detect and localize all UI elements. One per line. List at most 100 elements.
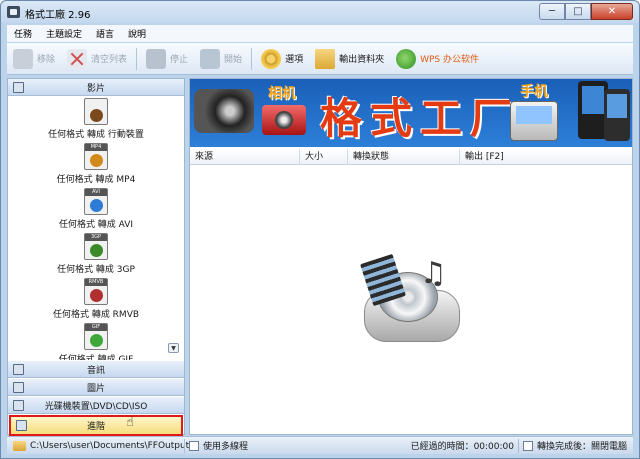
convert-to-mobile[interactable]: 任何格式 轉成 行動裝置 (8, 96, 184, 141)
3gp-file-icon: 3GP (84, 233, 108, 260)
menu-language[interactable]: 語言 (89, 27, 121, 40)
category-image-label: 圖片 (86, 383, 105, 394)
column-source[interactable]: 來源 (190, 149, 300, 165)
column-state[interactable]: 轉換狀態 (348, 149, 460, 165)
stop-label: 停止 (170, 55, 189, 65)
picture-icon (13, 382, 24, 393)
window-title: 格式工廠 2.96 (25, 10, 91, 21)
clear-x-icon (67, 48, 88, 69)
file-tag: MP4 (85, 144, 107, 151)
start-icon (200, 48, 221, 69)
camera-icon (262, 105, 306, 135)
convert-to-rmvb[interactable]: RMVB 任何格式 轉成 RMVB (8, 276, 184, 321)
column-output[interactable]: 輸出 [F2] (460, 149, 632, 165)
convert-to-mp4[interactable]: MP4 任何格式 轉成 MP4 (8, 141, 184, 186)
clear-list-button[interactable]: 清空列表 (61, 45, 133, 73)
category-rom-label: 光碟機裝置\DVD\CD\ISO (44, 401, 148, 412)
output-path[interactable]: C:\Users\user\Documents\FFOutput (30, 441, 189, 451)
minimize-button[interactable]: ─ (539, 3, 565, 20)
convert-label: 任何格式 轉成 GIF (58, 355, 134, 360)
file-tag: AVI (85, 189, 107, 196)
category-advanced-label: 進階 (86, 422, 105, 432)
elapsed-time: 已經過的時間：00:00:00 (410, 442, 514, 452)
convert-label: 任何格式 轉成 RMVB (52, 310, 140, 320)
mp4-file-icon: MP4 (84, 143, 108, 170)
rmvb-file-icon: RMVB (84, 278, 108, 305)
multi-thread-checkbox[interactable] (189, 440, 199, 451)
status-separator (184, 438, 185, 453)
convert-label: 任何格式 轉成 行動裝置 (48, 130, 144, 140)
output-folder-label: 輸出資料夾 (339, 55, 385, 65)
start-label: 開始 (224, 55, 243, 65)
multi-thread-label: 使用多線程 (203, 442, 249, 452)
stop-button[interactable]: 停止 (140, 45, 194, 73)
task-list-header: 來源 大小 轉換狀態 輸出 [F2] (190, 149, 632, 165)
avi-file-icon: AVI (84, 188, 108, 215)
maximize-button[interactable]: □ (565, 3, 591, 20)
after-convert-checkbox[interactable] (522, 440, 533, 451)
category-panel: 影片 任何格式 轉成 行動裝置 MP4 任何格式 轉成 MP4 AVI 任何格式… (7, 78, 185, 436)
multi-thread-option[interactable]: 使用多線程 (189, 439, 389, 452)
start-button[interactable]: 開始 (194, 45, 248, 73)
after-convert-label: 轉換完成後：關閉電腦 (536, 442, 627, 452)
file-tag: RMVB (85, 279, 107, 286)
category-image[interactable]: 圖片 (8, 379, 184, 396)
category-rom-device[interactable]: 光碟機裝置\DVD\CD\ISO (8, 397, 184, 414)
title-bar: 格式工廠 2.96 ─ □ ✕ (1, 1, 639, 23)
toolbar: 移除 清空列表 停止 開始 選項 輸出資料夾 WPS 办公软件 (7, 43, 633, 75)
toolbar-separator (136, 47, 138, 70)
category-audio[interactable]: 音訊 (8, 361, 184, 378)
banner-title: 格式工厂 (320, 94, 521, 143)
camera-label: 相机 (268, 86, 296, 102)
toolbar-separator (251, 47, 253, 70)
remove-button[interactable]: 移除 (7, 45, 61, 73)
close-button[interactable]: ✕ (591, 3, 633, 20)
camcorder-icon (194, 89, 254, 133)
stop-icon (146, 48, 167, 69)
main-panel: 相机 格式工厂 手机 來源 大小 轉換狀態 輸出 [F2] ♫ (189, 78, 633, 435)
convert-to-3gp[interactable]: 3GP 任何格式 轉成 3GP (8, 231, 184, 276)
format-factory-logo-icon: ♫ (358, 252, 464, 346)
options-label: 選項 (285, 55, 304, 65)
disc-icon (13, 400, 24, 411)
scroll-down-button[interactable]: ▼ (168, 343, 179, 353)
after-convert-option[interactable]: 轉換完成後：關閉電腦 (522, 439, 633, 452)
hand-cursor-icon: ☝ (126, 415, 134, 430)
advanced-icon (16, 420, 27, 431)
status-bar: C:\Users\user\Documents\FFOutput 使用多線程 已… (7, 436, 633, 454)
convert-label: 任何格式 轉成 3GP (57, 265, 135, 275)
column-size[interactable]: 大小 (300, 149, 348, 165)
window-controls: ─ □ ✕ (539, 3, 633, 20)
gear-icon (261, 48, 282, 69)
convert-label: 任何格式 轉成 AVI (58, 220, 134, 230)
menu-task[interactable]: 任務 (7, 27, 39, 40)
folder-icon (13, 440, 26, 451)
category-video-label: 影片 (86, 83, 105, 94)
category-advanced[interactable]: 進階 (9, 415, 183, 436)
app-icon (7, 6, 20, 18)
pda-phone-icon (604, 89, 630, 141)
convert-to-gif[interactable]: GIF 任何格式 轉成 GIF (8, 321, 184, 360)
mobile-device-icon (84, 98, 108, 125)
phone-label: 手机 (520, 84, 548, 100)
task-list[interactable]: ♫ (190, 166, 632, 434)
folder-icon (315, 48, 336, 69)
banner: 相机 格式工厂 手机 (190, 79, 632, 147)
menu-skin[interactable]: 主題設定 (39, 27, 89, 40)
category-audio-label: 音訊 (86, 365, 105, 376)
menu-help[interactable]: 說明 (121, 27, 153, 40)
gif-file-icon: GIF (84, 323, 108, 350)
convert-label: 任何格式 轉成 MP4 (56, 175, 136, 185)
category-video[interactable]: 影片 (8, 79, 184, 96)
wps-office-button[interactable]: WPS 办公软件 (390, 45, 485, 73)
remove-icon (13, 48, 33, 69)
convert-to-avi[interactable]: AVI 任何格式 轉成 AVI (8, 186, 184, 231)
options-button[interactable]: 選項 (255, 45, 309, 73)
file-tag: GIF (85, 324, 107, 331)
slider-phone-icon (510, 101, 558, 141)
menu-bar: 任務 主題設定 語言 說明 (7, 25, 633, 42)
music-note-icon: ♫ (420, 256, 447, 291)
conversion-list: 任何格式 轉成 行動裝置 MP4 任何格式 轉成 MP4 AVI 任何格式 轉成… (8, 96, 184, 360)
output-folder-button[interactable]: 輸出資料夾 (309, 45, 390, 73)
film-icon (13, 82, 24, 93)
